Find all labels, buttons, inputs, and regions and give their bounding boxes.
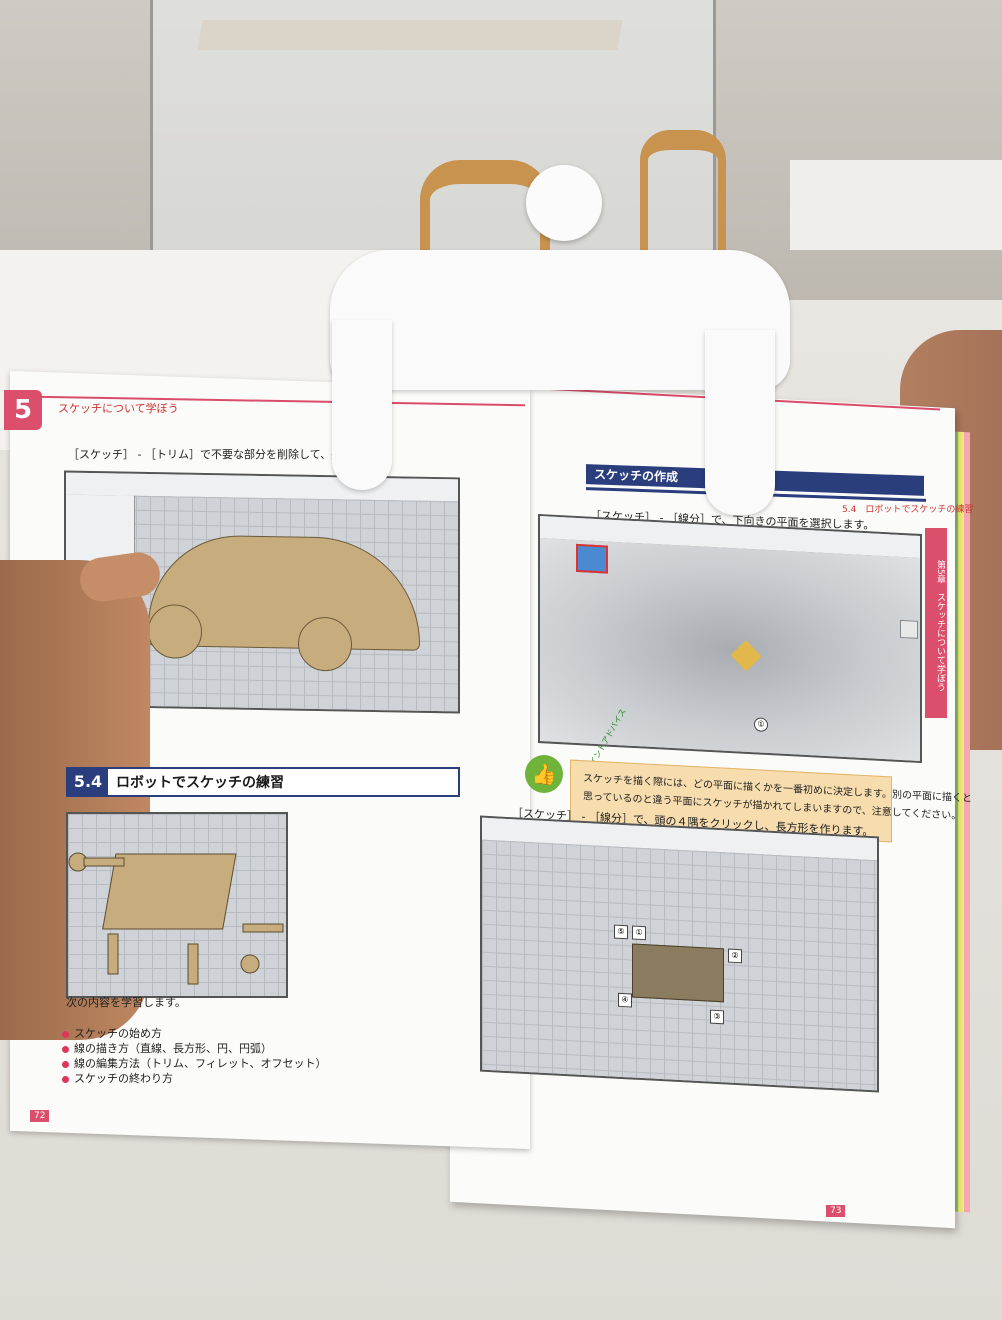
bullet-icon <box>62 1075 69 1083</box>
running-head-left: スケッチについて学ぼう <box>58 402 179 415</box>
section-title: ロボットでスケッチの練習 <box>116 775 284 791</box>
step-marker: ① <box>754 717 768 732</box>
plane-select-screenshot: ① <box>538 513 922 764</box>
callout-label: ② <box>728 948 742 964</box>
bullet-icon <box>62 1030 69 1038</box>
lead-text: 次の内容を学習します。 <box>66 996 186 1009</box>
bullet-icon <box>62 1045 69 1053</box>
background-table <box>790 160 1002 250</box>
bullet-list: スケッチの始め方 線の描き方（直線、長方形、円、円弧） 線の編集方法（トリム、フ… <box>62 1026 327 1086</box>
section-heading: 5.4 ロボットでスケッチの練習 <box>66 767 460 797</box>
car-wheel <box>148 604 202 659</box>
view-cube-icon <box>900 619 918 639</box>
book-stand-arm <box>705 330 775 515</box>
list-item: 線の描き方（直線、長方形、円、円弧） <box>62 1041 327 1056</box>
wooden-stool <box>640 130 726 260</box>
book-stand-arm <box>332 320 392 490</box>
callout-label: ① <box>632 925 646 941</box>
chapter-side-tab: 第5章 スケッチについて学ぼう <box>925 528 947 718</box>
callout-label: ③ <box>710 1009 724 1025</box>
robot-drawing <box>68 852 284 985</box>
running-head-right: 5.4 ロボットでスケッチの練習 <box>842 505 974 515</box>
callout-label: ⑤ <box>614 924 628 940</box>
rectangle-sketch-screenshot: ⑤ ① ② ③ ④ <box>480 815 879 1093</box>
book-stand-head <box>526 165 602 241</box>
car-wheel <box>298 616 352 672</box>
list-item: スケッチの終わり方 <box>62 1071 327 1086</box>
sketched-rectangle <box>632 943 724 1003</box>
list-item: 線の編集方法（トリム、フィレット、オフセット） <box>62 1056 327 1071</box>
page-number-left: 72 <box>30 1103 50 1122</box>
bullet-icon <box>62 1060 69 1068</box>
robot-sketch-image <box>66 812 288 998</box>
section-number: 5.4 <box>68 769 108 795</box>
sketch-tool-icon <box>576 543 608 574</box>
page-number-right: 73 <box>826 1198 846 1217</box>
thumbs-up-icon: 👍 <box>525 755 563 793</box>
callout-label: ④ <box>618 992 632 1008</box>
list-item: スケッチの始め方 <box>62 1026 327 1041</box>
